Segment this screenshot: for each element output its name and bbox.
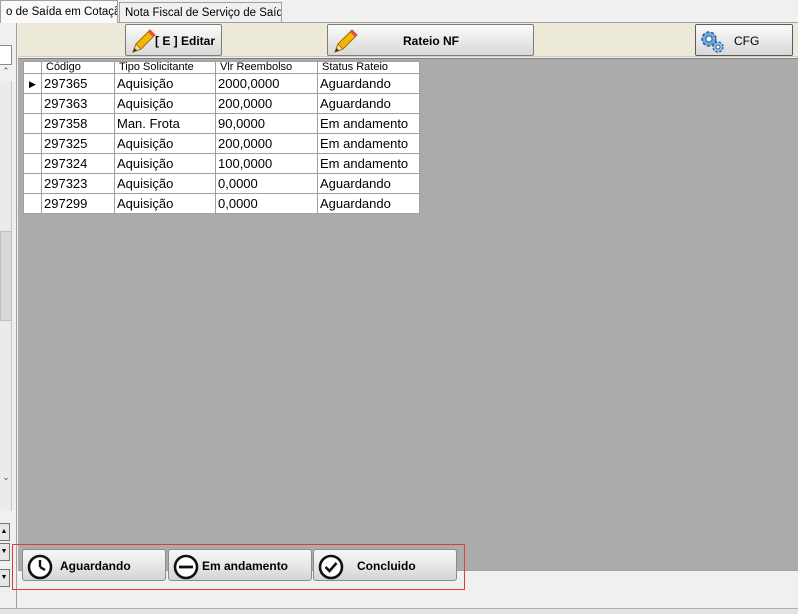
cell-vlr-reembolso[interactable]: 0,0000 (215, 193, 318, 214)
rateio-nf-button[interactable]: Rateio NF (327, 24, 534, 56)
cell-tipo-solicitante[interactable]: Man. Frota (114, 113, 216, 134)
cell-tipo-solicitante[interactable]: Aquisição (114, 173, 216, 194)
pencil-icon (334, 29, 358, 53)
column-header-codigo[interactable]: Código (41, 61, 115, 74)
cell-status-rateio[interactable]: Aguardando (317, 93, 420, 114)
cell-tipo-solicitante[interactable]: Aquisição (114, 93, 216, 114)
left-scrollbar[interactable] (0, 81, 12, 511)
tab-nota-fiscal-servico[interactable]: Nota Fiscal de Serviço de Saída (119, 2, 282, 23)
aguardando-filter-button[interactable]: Aguardando (22, 549, 166, 581)
cfg-button-label: CFG (734, 34, 760, 48)
cell-vlr-reembolso[interactable]: 200,0000 (215, 93, 318, 114)
cell-status-rateio[interactable]: Aguardando (317, 173, 420, 194)
scroll-down-button[interactable]: ▼ (0, 543, 10, 561)
cell-status-rateio[interactable]: Aguardando (317, 73, 420, 94)
table-row[interactable]: ▶ 297365 Aquisição 2000,0000 Aguardando (23, 73, 420, 94)
gears-icon (701, 31, 724, 53)
cell-vlr-reembolso[interactable]: 100,0000 (215, 153, 318, 174)
table-row[interactable]: 297358 Man. Frota 90,0000 Em andamento (23, 113, 420, 134)
concluido-label: Concluido (357, 559, 416, 573)
row-indicator (23, 133, 42, 154)
chevron-down-icon[interactable]: ⌄ (0, 471, 12, 483)
table-row[interactable]: 297323 Aquisição 0,0000 Aguardando (23, 173, 420, 194)
data-grid: Código Tipo Solicitante Vlr Reembolso St… (23, 61, 420, 214)
cell-tipo-solicitante[interactable]: Aquisição (114, 133, 216, 154)
aguardando-label: Aguardando (60, 559, 131, 573)
bottom-status-strip (0, 608, 798, 614)
clock-icon (27, 554, 53, 580)
concluido-filter-button[interactable]: Concluido (313, 549, 457, 581)
cfg-button[interactable]: CFG (695, 24, 793, 56)
edit-button-label: [ E ] Editar (155, 34, 216, 48)
cell-codigo[interactable]: 297358 (41, 113, 115, 134)
table-row[interactable]: 297299 Aquisição 0,0000 Aguardando (23, 193, 420, 214)
row-indicator (23, 153, 42, 174)
cell-status-rateio[interactable]: Em andamento (317, 153, 420, 174)
cell-status-rateio[interactable]: Em andamento (317, 113, 420, 134)
minus-circle-icon (173, 554, 199, 580)
main-frame: [ E ] Editar Rateio NF CFG Código Tipo S… (16, 23, 798, 614)
cell-status-rateio[interactable]: Aguardando (317, 193, 420, 214)
cell-codigo[interactable]: 297325 (41, 133, 115, 154)
rateio-nf-button-label: Rateio NF (403, 34, 460, 48)
column-header-tipo-solicitante[interactable]: Tipo Solicitante (114, 61, 216, 74)
table-row[interactable]: 297324 Aquisição 100,0000 Em andamento (23, 153, 420, 174)
cell-codigo[interactable]: 297323 (41, 173, 115, 194)
pencil-icon (132, 29, 156, 53)
toolbar: [ E ] Editar Rateio NF CFG (18, 23, 798, 57)
em-andamento-label: Em andamento (202, 559, 289, 573)
tab-cotacao[interactable]: o de Saída em Cotação. (0, 0, 118, 23)
cell-codigo[interactable]: 297299 (41, 193, 115, 214)
cell-codigo[interactable]: 297363 (41, 93, 115, 114)
row-indicator-header (23, 61, 42, 74)
cell-vlr-reembolso[interactable]: 2000,0000 (215, 73, 318, 94)
em-andamento-filter-button[interactable]: Em andamento (168, 549, 312, 581)
row-indicator (23, 93, 42, 114)
column-header-vlr-reembolso[interactable]: Vlr Reembolso (215, 61, 318, 74)
check-circle-icon (318, 554, 344, 580)
grid-area: Código Tipo Solicitante Vlr Reembolso St… (18, 58, 798, 570)
left-scrollbar-thumb[interactable] (0, 231, 12, 321)
cell-codigo[interactable]: 297365 (41, 73, 115, 94)
cell-status-rateio[interactable]: Em andamento (317, 133, 420, 154)
cell-tipo-solicitante[interactable]: Aquisição (114, 193, 216, 214)
cell-vlr-reembolso[interactable]: 0,0000 (215, 173, 318, 194)
grid-header-row: Código Tipo Solicitante Vlr Reembolso St… (23, 61, 420, 74)
row-indicator (23, 173, 42, 194)
row-indicator (23, 193, 42, 214)
cell-tipo-solicitante[interactable]: Aquisição (114, 153, 216, 174)
edit-button[interactable]: [ E ] Editar (125, 24, 222, 56)
left-side-panel: ⌃ ⌄ ▲ ▼ ▼ (0, 23, 16, 614)
cell-codigo[interactable]: 297324 (41, 153, 115, 174)
left-input-field[interactable] (0, 45, 12, 65)
chevron-up-icon[interactable]: ⌃ (0, 65, 12, 77)
cell-vlr-reembolso[interactable]: 200,0000 (215, 133, 318, 154)
scroll-up-button[interactable]: ▲ (0, 523, 10, 541)
column-header-status-rateio[interactable]: Status Rateio (317, 61, 420, 74)
dropdown-button[interactable]: ▼ (0, 569, 10, 587)
table-row[interactable]: 297363 Aquisição 200,0000 Aguardando (23, 93, 420, 114)
current-row-indicator: ▶ (23, 73, 42, 94)
cell-vlr-reembolso[interactable]: 90,0000 (215, 113, 318, 134)
row-indicator (23, 113, 42, 134)
table-row[interactable]: 297325 Aquisição 200,0000 Em andamento (23, 133, 420, 154)
cell-tipo-solicitante[interactable]: Aquisição (114, 73, 216, 94)
